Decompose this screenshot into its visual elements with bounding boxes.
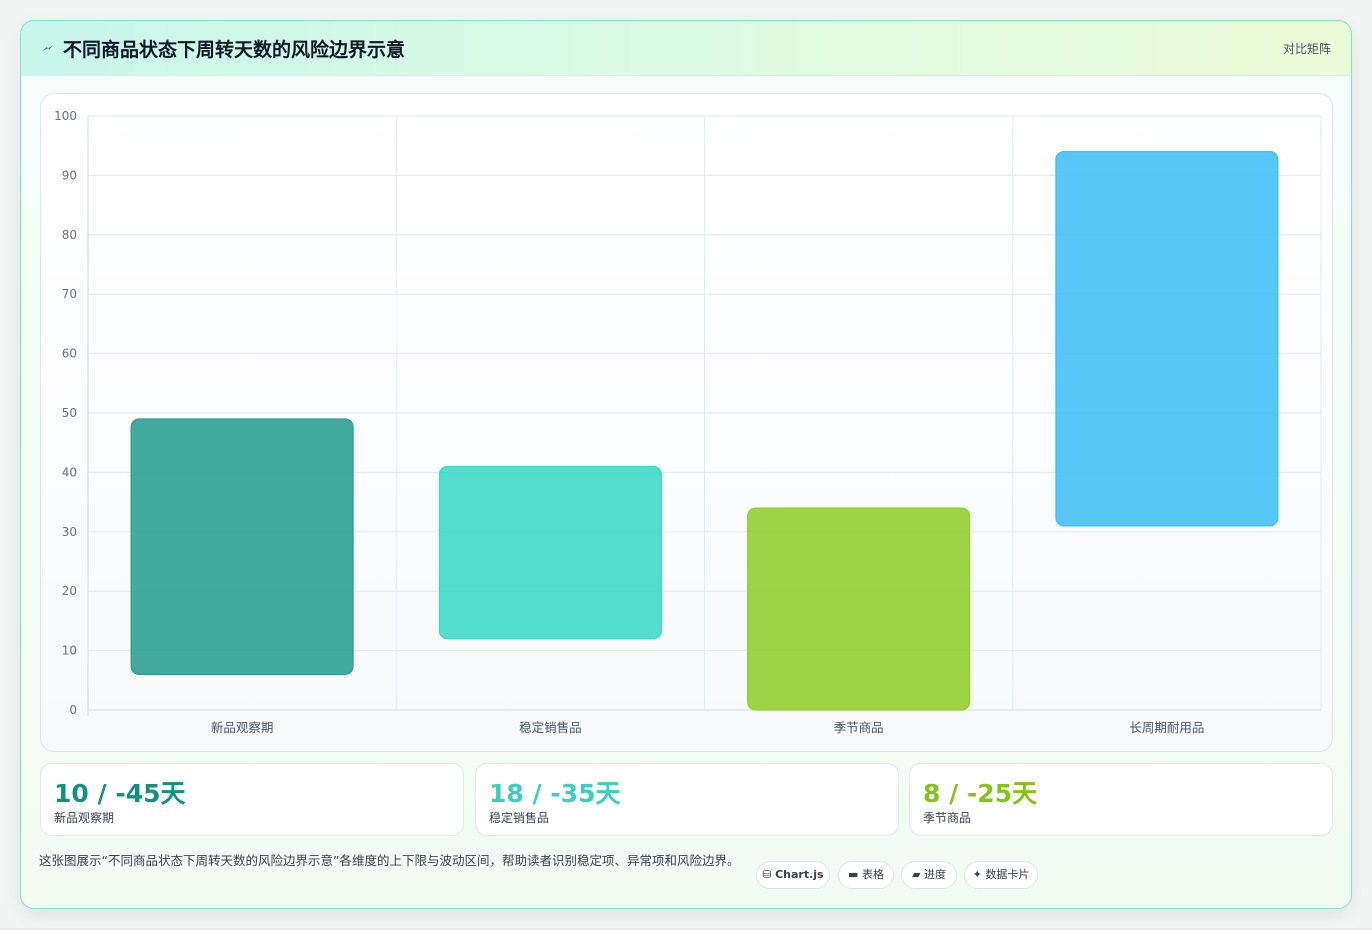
tag-table[interactable]: ▬ 表格 (838, 861, 894, 889)
tag-label: Chart.js (775, 868, 824, 881)
compare-matrix-button[interactable]: 对比矩阵 (1283, 40, 1331, 57)
bar (438, 465, 662, 640)
y-tick-label: 0 (69, 703, 77, 717)
stat-label: 新品观察期 (54, 811, 115, 825)
progress-icon: ▰ (912, 868, 921, 881)
stat-label: 季节商品 (923, 811, 972, 825)
x-tick-label: 季节商品 (834, 720, 884, 735)
bar-chart: 0 10 20 30 40 50 60 70 80 90 100 新品观察期 稳定销售品 季节商品 长周期耐… (54, 109, 1322, 735)
y-tick-label: 80 (62, 228, 77, 242)
chart-description: 这张图展示“不同商品状态下周转天数的风险边界示意”各维度的上下限与波动区间，帮助… (39, 853, 740, 868)
y-tick-label: 70 (62, 287, 77, 301)
stat-cards: 10 / -45天 新品观察期 18 / -35天 稳定销售品 8 / -25天… (40, 763, 1333, 836)
y-tick-label: 10 (62, 644, 77, 658)
lightning-icon (42, 45, 53, 51)
page-title: 不同商品状态下周转天数的风险边界示意 (63, 39, 406, 61)
y-tick-label: 50 (62, 406, 77, 420)
sparkle-icon: ✦ (972, 868, 982, 881)
database-icon: ⛁ (762, 868, 772, 881)
card-header: 不同商品状态下周转天数的风险边界示意 对比矩阵 (21, 21, 1351, 76)
bar (130, 418, 354, 675)
tag-progress[interactable]: ▰ 进度 (901, 861, 957, 889)
stat-card: 8 / -25天 季节商品 (909, 763, 1333, 836)
tag-label: 进度 (923, 868, 946, 881)
y-tick-label: 40 (62, 465, 77, 479)
tag-chartjs[interactable]: ⛁ Chart.js (756, 861, 830, 889)
table-icon: ▬ (848, 868, 859, 881)
x-tick-label: 新品观察期 (211, 720, 274, 735)
bar (1055, 151, 1279, 527)
y-tick-label: 90 (62, 168, 77, 182)
chart-panel: 0 10 20 30 40 50 60 70 80 90 100 新品观察期 稳定销售品 季节商品 长周期耐… (40, 93, 1333, 752)
stat-label: 稳定销售品 (489, 811, 550, 825)
tag-label: 数据卡片 (985, 868, 1030, 881)
stat-card: 10 / -45天 新品观察期 (40, 763, 464, 836)
bar (747, 507, 971, 711)
x-tick-label: 稳定销售品 (519, 720, 582, 735)
x-tick-label: 长周期耐用品 (1129, 720, 1204, 735)
tag-label: 表格 (861, 868, 884, 881)
stat-value: 18 / -35天 (489, 779, 621, 808)
y-tick-label: 100 (54, 109, 77, 123)
chart-card: 不同商品状态下周转天数的风险边界示意 对比矩阵 0 10 20 30 40 50 60 70 8… (20, 20, 1352, 909)
tag-data-cards[interactable]: ✦ 数据卡片 (964, 861, 1038, 889)
stat-value: 8 / -25天 (923, 779, 1038, 808)
y-tick-label: 60 (62, 347, 77, 361)
y-tick-label: 30 (62, 525, 77, 539)
stat-value: 10 / -45天 (54, 779, 186, 808)
stat-card: 18 / -35天 稳定销售品 (475, 763, 899, 836)
y-tick-label: 20 (62, 584, 77, 598)
